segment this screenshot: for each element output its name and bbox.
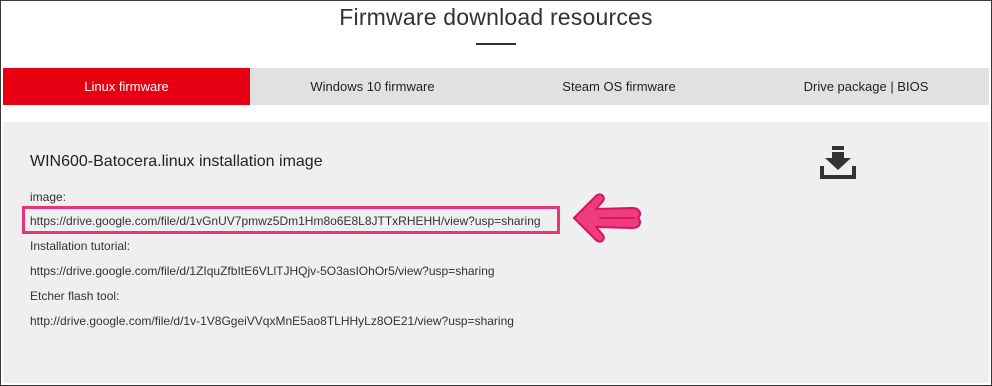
tab-drive-package-bios[interactable]: Drive package | BIOS	[743, 68, 989, 105]
firmware-tabs: Linux firmware Windows 10 firmware Steam…	[3, 68, 989, 105]
tab-linux-firmware[interactable]: Linux firmware	[3, 68, 250, 105]
image-link-highlight	[22, 206, 560, 234]
firmware-panel: WIN600-Batocera.linux installation image…	[3, 122, 989, 383]
tab-steam-os-firmware[interactable]: Steam OS firmware	[495, 68, 743, 105]
image-label: image:	[30, 190, 67, 204]
section-title: WIN600-Batocera.linux installation image	[30, 153, 323, 170]
etcher-link[interactable]: http://drive.google.com/file/d/1v-1V8Gge…	[30, 314, 514, 328]
title-underline	[476, 43, 516, 45]
pointing-arrow-icon	[573, 193, 641, 243]
etcher-label: Etcher flash tool:	[30, 289, 120, 303]
tutorial-label: Installation tutorial:	[30, 239, 131, 253]
download-icon[interactable]	[818, 146, 858, 180]
tab-windows-10-firmware[interactable]: Windows 10 firmware	[250, 68, 495, 105]
page-title: Firmware download resources	[339, 4, 653, 30]
tutorial-link[interactable]: https://drive.google.com/file/d/1ZIquZfb…	[30, 264, 495, 278]
